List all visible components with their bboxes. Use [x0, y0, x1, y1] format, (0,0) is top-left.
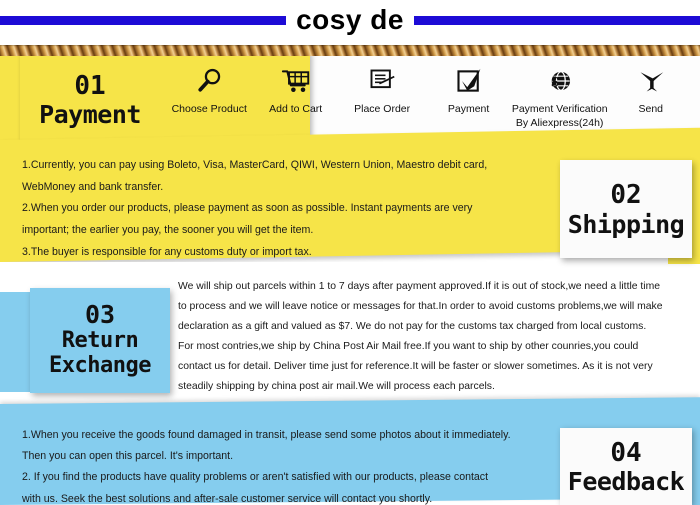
- step-label: Payment: [447, 103, 490, 115]
- shipping-line: steadily shipping by china post air mail…: [178, 380, 495, 392]
- shipping-policy-text: We will ship out parcels within 1 to 7 d…: [178, 277, 696, 397]
- return-exchange-title-line2: Exchange: [49, 353, 151, 378]
- globe-dollar-icon: $: [546, 64, 574, 98]
- page-header: cosy de: [0, 0, 700, 40]
- step-label: Choose Product: [171, 103, 247, 115]
- step-place-order: Place Order: [339, 64, 425, 116]
- payment-tab-label: 01 Payment: [20, 54, 160, 146]
- payment-line: important; the earlier you pay, the soon…: [22, 224, 314, 237]
- feedback-policy-text: 1.When you receive the goods found damag…: [22, 425, 554, 505]
- return-exchange-number: 03: [84, 300, 116, 330]
- step-label: Add to Cart: [269, 103, 323, 115]
- shipping-tab: 02 Shipping: [560, 160, 692, 258]
- feedback-line: with us. Seek the best solutions and aft…: [22, 492, 433, 505]
- shipping-number: 02: [610, 179, 642, 210]
- shipping-line: contact us for detail. Deliver time just…: [178, 360, 653, 372]
- step-send: Send: [608, 64, 694, 116]
- step-label: Payment Verification: [511, 103, 608, 115]
- checkbox-checked-icon: [455, 64, 483, 98]
- step-sublabel: By Aliexpress(24h): [515, 117, 604, 130]
- payment-title: Payment: [39, 100, 141, 129]
- step-payment: Payment: [425, 64, 511, 116]
- document-order-icon: [368, 64, 396, 98]
- feedback-line: Then you can open this parcel. It's impo…: [22, 450, 234, 463]
- payment-steps-list: Choose Product Add to Cart Place Order P…: [160, 64, 700, 144]
- svg-text:$: $: [551, 74, 559, 90]
- payment-policy-text: 1.Currently, you can pay using Boleto, V…: [22, 155, 552, 264]
- shipping-title: Shipping: [567, 209, 685, 239]
- step-payment-verification: $ Payment Verification By Aliexpress(24h…: [512, 64, 608, 130]
- feedback-line: 2. If you find the products have quality…: [22, 471, 489, 484]
- shipping-line: We will ship out parcels within 1 to 7 d…: [178, 281, 661, 292]
- airplane-icon: [637, 64, 665, 98]
- payment-line: 1.Currently, you can pay using Boleto, V…: [22, 159, 488, 171]
- magnifier-icon: [195, 64, 223, 98]
- infographic-page: cosy de 01 Payment Choose Product Add to…: [0, 0, 700, 505]
- brand-title: cosy de: [296, 4, 404, 35]
- step-label: Send: [638, 103, 664, 115]
- feedback-line: 1.When you receive the goods found damag…: [22, 429, 511, 441]
- payment-line: WebMoney and bank transfer.: [22, 180, 164, 193]
- step-label: Place Order: [354, 103, 411, 115]
- payment-header-row: 01 Payment Choose Product Add to Cart Pl…: [0, 49, 700, 150]
- payment-line: 3.The buyer is responsible for any custo…: [22, 245, 312, 258]
- feedback-title: Feedback: [567, 466, 685, 496]
- payment-number: 01: [74, 71, 106, 101]
- rope-divider: [0, 45, 700, 56]
- return-exchange-title-line1: Return: [61, 328, 139, 354]
- return-exchange-tab: 03 Return Exchange: [30, 288, 170, 393]
- header-rule-left: [0, 15, 287, 25]
- shopping-cart-icon: [281, 64, 311, 98]
- step-add-to-cart: Add to Cart: [252, 64, 338, 116]
- step-choose-product: Choose Product: [166, 64, 252, 116]
- shipping-line: to process and we will leave notice or m…: [178, 300, 663, 312]
- payment-line: 2.When you order our products, please pa…: [22, 202, 473, 215]
- header-rule-right: [413, 15, 700, 25]
- return-left-accent-strip: [0, 292, 32, 392]
- shipping-line: declaration as a gift and valued as $7. …: [178, 320, 647, 332]
- feedback-number: 04: [610, 437, 642, 468]
- feedback-tab: 04 Feedback: [560, 428, 692, 505]
- shipping-line: For most contries,we ship by China Post …: [178, 340, 639, 352]
